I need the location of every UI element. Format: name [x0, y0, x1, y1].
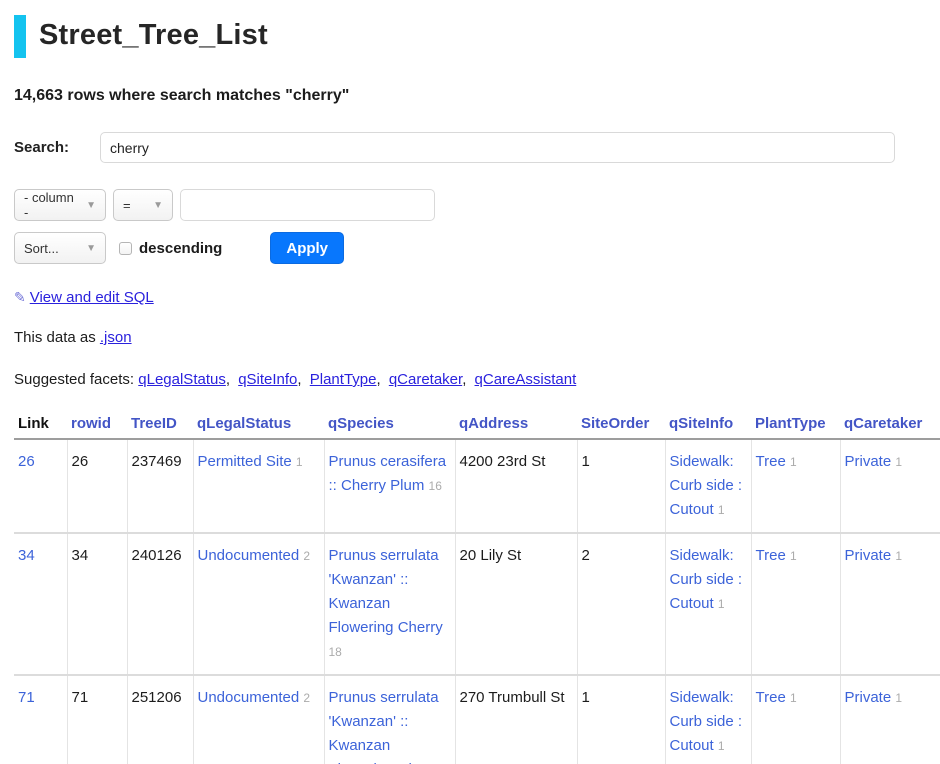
cell-qaddress: 20 Lily St [455, 533, 577, 675]
chevron-down-icon: ▼ [86, 243, 96, 254]
header-qspecies[interactable]: qSpecies [328, 415, 394, 432]
table-header-row: Link rowid TreeID qLegalStatus qSpecies … [14, 411, 940, 439]
facet-link-qcareassistant[interactable]: qCareAssistant [475, 371, 577, 388]
facet-count: 1 [895, 455, 902, 469]
sort-select-value: Sort... [24, 241, 59, 256]
filter-column-select[interactable]: - column - ▼ [14, 189, 106, 221]
header-qaddress[interactable]: qAddress [459, 415, 528, 432]
view-edit-sql-link[interactable]: View and edit SQL [30, 289, 154, 306]
facet-count: 1 [718, 739, 725, 753]
facet-separator: , [462, 371, 466, 388]
facet-count: 16 [429, 479, 442, 493]
cell-siteorder: 1 [577, 675, 665, 764]
cell-qcaretaker-link[interactable]: Private [845, 453, 892, 470]
facet-count: 2 [303, 691, 310, 705]
cell-qsiteinfo-link[interactable]: Sidewalk: Curb side : Cutout [670, 689, 743, 754]
cell-siteorder: 1 [577, 439, 665, 533]
facet-separator: , [376, 371, 380, 388]
header-link: Link [14, 411, 67, 439]
cell-qlegalstatus-link[interactable]: Permitted Site [198, 453, 292, 470]
facet-count: 1 [718, 597, 725, 611]
filter-value-input[interactable] [180, 189, 435, 221]
header-qlegalstatus[interactable]: qLegalStatus [197, 415, 291, 432]
cell-rowid: 34 [67, 533, 127, 675]
facet-link-qcaretaker[interactable]: qCaretaker [389, 371, 462, 388]
search-row: Search: [14, 132, 926, 163]
cell-qsiteinfo-link[interactable]: Sidewalk: Curb side : Cutout [670, 547, 743, 612]
descending-checkbox[interactable] [119, 242, 132, 255]
facet-link-planttype[interactable]: PlantType [310, 371, 377, 388]
filter-column-value: - column - [24, 190, 78, 220]
page-header: Street_Tree_List [14, 15, 926, 58]
page: Street_Tree_List 14,663 rows where searc… [0, 15, 940, 764]
facet-count: 1 [895, 691, 902, 705]
row-link[interactable]: 34 [18, 547, 35, 564]
cell-qsiteinfo-link[interactable]: Sidewalk: Curb side : Cutout [670, 453, 743, 518]
apply-button[interactable]: Apply [270, 232, 344, 264]
cell-siteorder: 2 [577, 533, 665, 675]
filter-row: - column - ▼ = ▼ [14, 189, 926, 221]
header-planttype[interactable]: PlantType [755, 415, 826, 432]
cell-qlegalstatus-link[interactable]: Undocumented [198, 689, 300, 706]
cell-qaddress: 270 Trumbull St [455, 675, 577, 764]
sort-row: Sort... ▼ descending Apply [14, 232, 926, 264]
descending-label: descending [139, 240, 222, 257]
cell-treeid: 251206 [127, 675, 193, 764]
cell-qspecies-link[interactable]: Prunus serrulata 'Kwanzan' :: Kwanzan Fl… [329, 689, 443, 764]
header-siteorder[interactable]: SiteOrder [581, 415, 649, 432]
suggested-facets-line: Suggested facets: qLegalStatus, qSiteInf… [14, 371, 926, 388]
facet-count: 1 [790, 549, 797, 563]
cell-planttype-link[interactable]: Tree [756, 453, 786, 470]
header-qsiteinfo[interactable]: qSiteInfo [669, 415, 733, 432]
facet-count: 1 [718, 503, 725, 517]
cell-rowid: 26 [67, 439, 127, 533]
facet-count: 1 [790, 455, 797, 469]
facet-link-qlegalstatus[interactable]: qLegalStatus [138, 371, 226, 388]
facet-count: 18 [329, 645, 342, 659]
data-as-prefix: This data as [14, 329, 96, 346]
facet-count: 1 [790, 691, 797, 705]
facet-count: 1 [895, 549, 902, 563]
page-title: Street_Tree_List [39, 19, 926, 52]
header-treeid[interactable]: TreeID [131, 415, 177, 432]
chevron-down-icon: ▼ [153, 200, 163, 211]
table-row: 34 34 240126 Undocumented 2 Prunus serru… [14, 533, 940, 675]
cell-planttype-link[interactable]: Tree [756, 689, 786, 706]
cell-qspecies-link[interactable]: Prunus serrulata 'Kwanzan' :: Kwanzan Fl… [329, 547, 443, 636]
facets-prefix: Suggested facets: [14, 371, 134, 388]
search-input[interactable] [100, 132, 895, 163]
sql-line: ✎View and edit SQL [14, 289, 926, 306]
facet-separator: , [226, 371, 230, 388]
data-export-line: This data as .json [14, 329, 926, 346]
cell-qcaretaker-link[interactable]: Private [845, 689, 892, 706]
table-row: 71 71 251206 Undocumented 2 Prunus serru… [14, 675, 940, 764]
cell-qcaretaker-link[interactable]: Private [845, 547, 892, 564]
row-link[interactable]: 26 [18, 453, 35, 470]
chevron-down-icon: ▼ [86, 200, 96, 211]
results-table: Link rowid TreeID qLegalStatus qSpecies … [14, 411, 940, 764]
cell-treeid: 237469 [127, 439, 193, 533]
facet-count: 1 [296, 455, 303, 469]
facet-separator: , [297, 371, 301, 388]
cell-treeid: 240126 [127, 533, 193, 675]
filter-operator-value: = [123, 198, 131, 213]
table-row: 26 26 237469 Permitted Site 1 Prunus cer… [14, 439, 940, 533]
facet-link-qsiteinfo[interactable]: qSiteInfo [238, 371, 297, 388]
cell-qaddress: 4200 23rd St [455, 439, 577, 533]
pencil-icon: ✎ [14, 289, 26, 305]
facet-count: 2 [303, 549, 310, 563]
cell-planttype-link[interactable]: Tree [756, 547, 786, 564]
header-qcaretaker[interactable]: qCaretaker [844, 415, 922, 432]
json-export-link[interactable]: .json [100, 329, 132, 346]
filter-operator-select[interactable]: = ▼ [113, 189, 173, 221]
header-rowid[interactable]: rowid [71, 415, 111, 432]
cell-qlegalstatus-link[interactable]: Undocumented [198, 547, 300, 564]
row-link[interactable]: 71 [18, 689, 35, 706]
cell-rowid: 71 [67, 675, 127, 764]
row-count-summary: 14,663 rows where search matches "cherry… [14, 87, 926, 105]
sort-select[interactable]: Sort... ▼ [14, 232, 106, 264]
search-label: Search: [14, 139, 100, 156]
